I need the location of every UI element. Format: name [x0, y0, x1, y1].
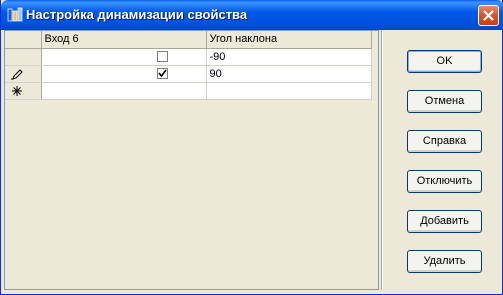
add-button[interactable]: Добавить	[407, 210, 482, 233]
app-icon	[7, 7, 23, 22]
window-title: Настройка динамизации свойства	[26, 7, 248, 22]
corner-header	[5, 31, 42, 49]
help-button[interactable]: Справка	[407, 130, 482, 153]
pencil-icon	[11, 68, 23, 80]
delete-button[interactable]: Удалить	[407, 250, 482, 273]
column-header-angle[interactable]: Угол наклона	[206, 31, 372, 49]
table-row[interactable]: 90	[5, 65, 372, 83]
disable-button[interactable]: Отключить	[407, 170, 482, 193]
row-header[interactable]	[5, 48, 42, 66]
checkbox-cell[interactable]	[41, 48, 207, 66]
cancel-button[interactable]: Отмена	[407, 90, 482, 113]
new-row-icon	[12, 85, 22, 96]
ok-button[interactable]: OK	[407, 50, 482, 73]
row-header[interactable]	[5, 82, 42, 100]
dialog-window: Настройка динамизации свойства Вход 6 Уг…	[0, 0, 503, 295]
title-bar[interactable]: Настройка динамизации свойства	[1, 0, 503, 30]
input-checkbox[interactable]	[156, 51, 168, 63]
checkbox-cell[interactable]	[41, 65, 207, 83]
vertical-divider	[381, 30, 383, 290]
close-button[interactable]	[478, 5, 499, 26]
table-row[interactable]: -90	[5, 48, 372, 66]
checkmark-icon	[157, 69, 167, 78]
grid-table: Вход 6 Угол наклона -90 90	[5, 31, 372, 100]
row-header[interactable]	[5, 65, 42, 83]
angle-cell[interactable]: -90	[206, 48, 372, 66]
angle-cell[interactable]: 90	[206, 65, 372, 83]
table-row[interactable]	[5, 82, 372, 100]
property-grid[interactable]: Вход 6 Угол наклона -90 90	[4, 30, 379, 290]
header-row: Вход 6 Угол наклона	[5, 31, 372, 49]
input-checkbox[interactable]	[156, 68, 168, 80]
new-input-cell[interactable]	[41, 82, 207, 100]
column-header-input[interactable]: Вход 6	[41, 31, 207, 49]
close-icon	[483, 10, 494, 21]
new-angle-cell[interactable]	[206, 82, 372, 100]
